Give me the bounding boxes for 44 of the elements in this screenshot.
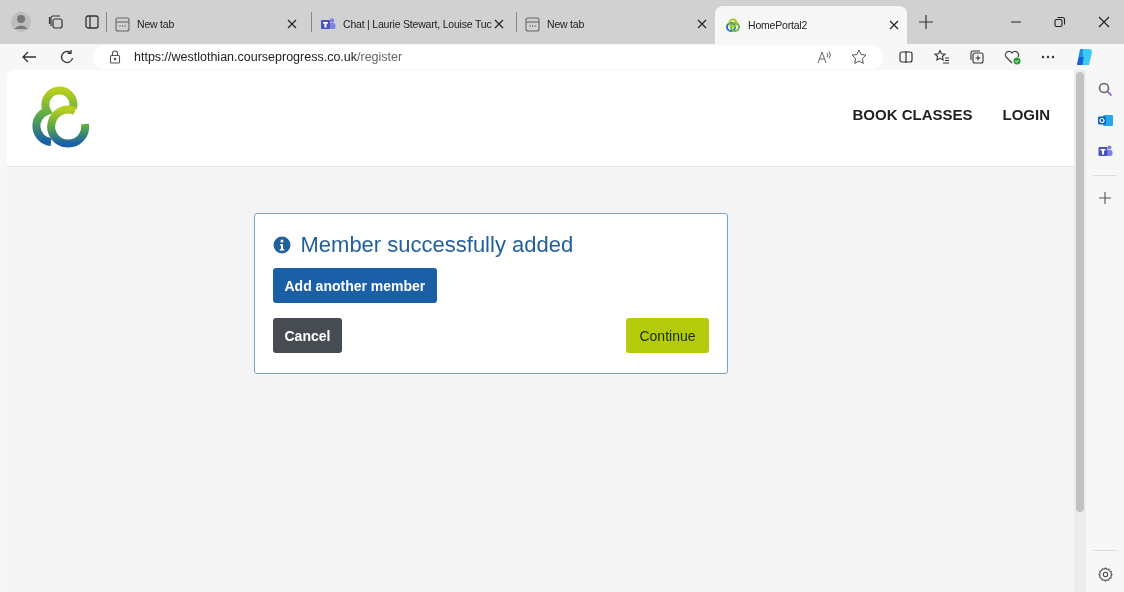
close-tab-icon[interactable] <box>889 20 899 30</box>
close-tab-icon[interactable] <box>494 19 505 29</box>
new-tab-plus-icon[interactable] <box>919 15 933 29</box>
search-icon[interactable] <box>1097 82 1113 97</box>
read-aloud-icon[interactable] <box>817 50 833 64</box>
nav-link[interactable]: LOGIN <box>1002 105 1050 123</box>
team-chat-icon <box>320 16 336 32</box>
collections-icon[interactable] <box>969 49 985 65</box>
address-bar[interactable]: https://westlothian.courseprogress.co.uk/register <box>93 45 883 69</box>
lock-icon[interactable] <box>109 50 121 64</box>
more-icon[interactable] <box>1041 55 1055 59</box>
new-tab-icon <box>525 16 540 32</box>
copilot-icon[interactable] <box>1074 47 1094 67</box>
close-window-icon[interactable] <box>1098 16 1110 28</box>
add-member-button[interactable]: Add another member <box>272 268 438 303</box>
cancel-button[interactable]: Cancel <box>272 318 343 353</box>
browser-tab[interactable]: HomePortal2 <box>715 6 907 44</box>
browser-tab[interactable]: New tab <box>523 6 715 42</box>
team-chat-icon[interactable] <box>1097 144 1113 159</box>
health-heart-icon[interactable] <box>1004 49 1022 65</box>
profile-icon[interactable] <box>10 11 32 33</box>
refresh-icon[interactable] <box>59 49 75 65</box>
workspaces-icon[interactable] <box>48 14 64 30</box>
favorites-list-icon[interactable] <box>934 49 950 65</box>
browser-tab[interactable]: New tab <box>113 6 305 42</box>
url-text: https://westlothian.courseprogress.co.uk/register <box>134 50 403 64</box>
info-icon <box>272 236 291 254</box>
site-logo-icon <box>725 17 741 33</box>
add-icon[interactable] <box>1099 192 1111 204</box>
restore-icon[interactable] <box>1054 16 1066 28</box>
back-icon[interactable] <box>21 49 37 65</box>
tab-actions-icon[interactable] <box>84 14 100 30</box>
mail-app-icon[interactable] <box>1097 113 1113 128</box>
nav-link[interactable]: BOOK CLASSES <box>852 105 973 123</box>
continue-button[interactable]: Continue <box>626 318 709 353</box>
browser-tab[interactable]: Chat | Laurie Stewart, Louise Tuc <box>318 6 510 42</box>
scrollbar-thumb[interactable] <box>1076 72 1084 512</box>
message-title: Member successfully added <box>300 232 574 258</box>
close-tab-icon[interactable] <box>697 19 707 29</box>
new-tab-icon <box>115 16 130 32</box>
close-tab-icon[interactable] <box>287 19 297 29</box>
split-screen-icon[interactable] <box>899 50 913 64</box>
favorite-star-icon[interactable] <box>851 49 867 65</box>
settings-icon[interactable] <box>1097 567 1113 582</box>
